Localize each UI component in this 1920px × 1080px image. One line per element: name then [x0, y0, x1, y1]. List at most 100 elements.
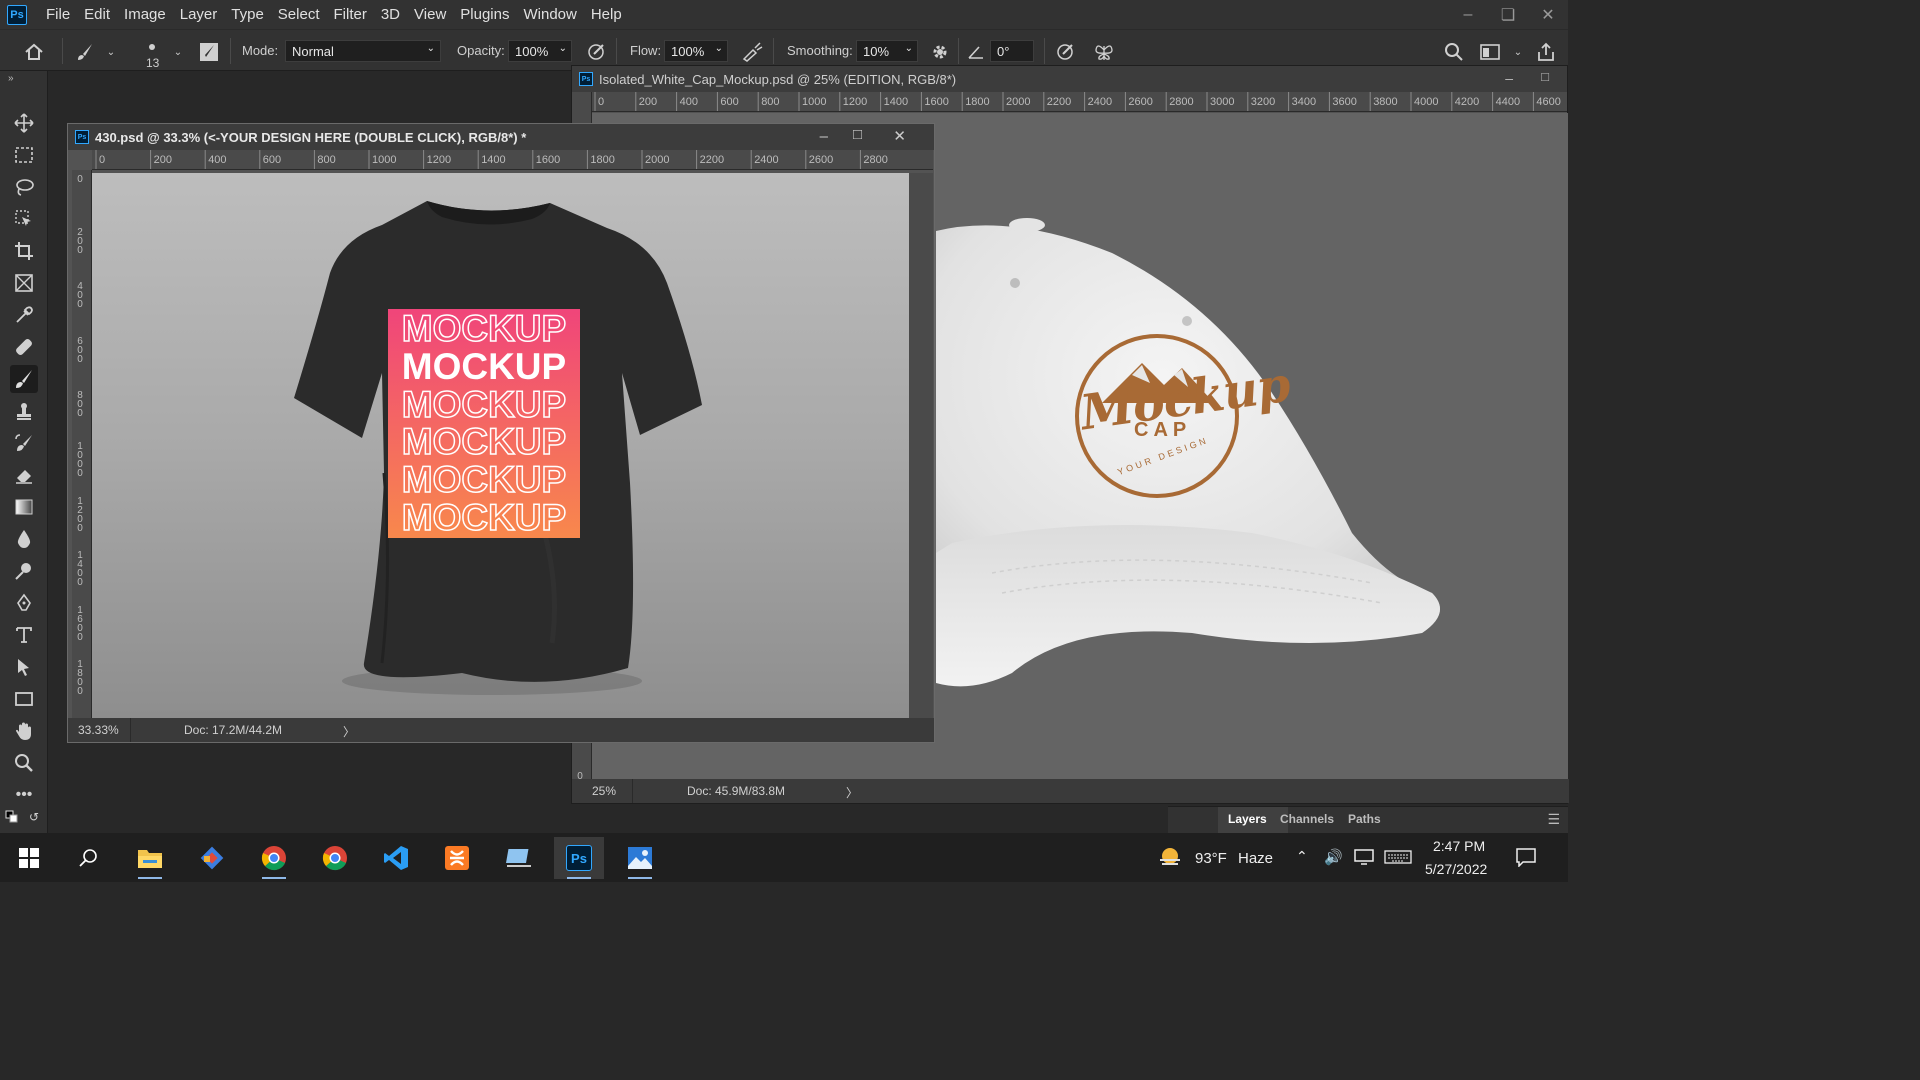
vertical-scrollbar[interactable]	[909, 173, 933, 718]
document-titlebar[interactable]: Ps 430.psd @ 33.3% (<-YOUR DESIGN HERE (…	[68, 124, 934, 150]
doc-size[interactable]: Doc: 45.9M/83.8M	[687, 784, 785, 798]
vscode-icon[interactable]	[371, 837, 421, 879]
document-titlebar[interactable]: Ps Isolated_White_Cap_Mockup.psd @ 25% (…	[572, 66, 1567, 92]
gear-icon[interactable]	[929, 41, 951, 63]
angle-input[interactable]: 0°	[990, 40, 1034, 62]
chevron-up-icon[interactable]: ⌃	[1296, 848, 1308, 865]
move-tool-icon[interactable]	[10, 109, 38, 137]
file-explorer-icon[interactable]	[125, 837, 175, 879]
crop-tool-icon[interactable]	[10, 237, 38, 265]
expand-panel-icon[interactable]: »	[8, 73, 14, 84]
menu-help[interactable]: Help	[584, 0, 629, 29]
weather-hazy-sun-icon[interactable]	[1157, 845, 1183, 874]
clock-date[interactable]: 5/27/2022	[1425, 861, 1487, 877]
git-icon[interactable]	[187, 837, 237, 879]
horizontal-ruler[interactable]: 0 200 400 600 800 1000 1200 1400 1600 1800 2000 220…	[592, 92, 1567, 112]
object-selection-tool-icon[interactable]	[10, 205, 38, 233]
tab-layers[interactable]: Layers	[1228, 812, 1267, 826]
default-colors-icon[interactable]	[4, 809, 20, 825]
eraser-tool-icon[interactable]	[10, 461, 38, 489]
menu-filter[interactable]: Filter	[327, 0, 374, 29]
smoothing-input[interactable]: 10% ⌄	[856, 40, 918, 62]
tab-channels[interactable]: Channels	[1280, 812, 1334, 826]
menu-file[interactable]: File	[39, 0, 77, 29]
maximize-icon[interactable]: □	[1541, 69, 1549, 84]
menu-view[interactable]: View	[407, 0, 453, 29]
menu-edit[interactable]: Edit	[77, 0, 117, 29]
chevron-down-icon[interactable]: ⌄	[100, 41, 122, 63]
remote-desktop-icon[interactable]	[494, 837, 544, 879]
horizontal-ruler[interactable]: 0 200 400 600 800 1000 1200 1400 1600 1800 2000 220…	[92, 150, 933, 170]
flow-input[interactable]: 100% ⌄	[664, 40, 728, 62]
menu-layer[interactable]: Layer	[173, 0, 225, 29]
marquee-tool-icon[interactable]	[10, 141, 38, 169]
brush-size-dot-icon[interactable]	[141, 36, 163, 58]
menu-3d[interactable]: 3D	[374, 0, 407, 29]
zoom-tool-icon[interactable]	[10, 749, 38, 777]
blur-tool-icon[interactable]	[10, 525, 38, 553]
eyedropper-tool-icon[interactable]	[10, 301, 38, 329]
photoshop-logo-icon[interactable]: Ps	[7, 4, 27, 25]
pressure-opacity-icon[interactable]	[585, 41, 607, 63]
tshirt-canvas[interactable]: MOCKUP MOCKUP MOCKUP MOCKUP MOCKUP MOCKU…	[92, 173, 909, 718]
minimize-icon[interactable]: –	[1448, 0, 1488, 29]
photoshop-icon[interactable]: Ps	[554, 837, 604, 879]
airbrush-icon[interactable]	[741, 41, 763, 63]
minimize-icon[interactable]: –	[820, 128, 828, 145]
share-icon[interactable]	[1535, 41, 1557, 63]
clock-time[interactable]: 2:47 PM	[1433, 838, 1485, 854]
doc-size[interactable]: Doc: 17.2M/44.2M	[184, 723, 282, 737]
workspace-switcher-icon[interactable]	[1479, 41, 1501, 63]
close-icon[interactable]: ✕	[893, 127, 906, 145]
pressure-size-icon[interactable]	[1054, 41, 1076, 63]
chrome-icon[interactable]	[249, 837, 299, 879]
minimize-icon[interactable]: –	[1505, 70, 1513, 86]
mode-select[interactable]: Normal ⌄	[285, 40, 441, 62]
swap-colors-icon[interactable]: ↺	[26, 809, 42, 825]
vertical-ruler[interactable]: 0 200 400 600 800 1000 1200 1400 1600 18…	[72, 170, 92, 718]
path-selection-tool-icon[interactable]	[10, 653, 38, 681]
history-brush-tool-icon[interactable]	[10, 429, 38, 457]
symmetry-butterfly-icon[interactable]	[1093, 41, 1115, 63]
maximize-icon[interactable]: □	[853, 126, 862, 143]
more-tools-icon[interactable]: •••	[10, 781, 38, 809]
zoom-level[interactable]: 33.33%	[78, 723, 119, 737]
zoom-level[interactable]: 25%	[592, 784, 616, 798]
type-tool-icon[interactable]	[10, 621, 38, 649]
opacity-input[interactable]: 100% ⌄	[508, 40, 572, 62]
keyboard-icon[interactable]	[1384, 850, 1412, 869]
hand-tool-icon[interactable]	[10, 717, 38, 745]
brush-tool-icon[interactable]	[10, 365, 38, 393]
clone-stamp-tool-icon[interactable]	[10, 397, 38, 425]
close-icon[interactable]: ✕	[1528, 0, 1568, 29]
brush-settings-panel-icon[interactable]	[198, 41, 220, 63]
menu-select[interactable]: Select	[271, 0, 327, 29]
menu-type[interactable]: Type	[224, 0, 271, 29]
panel-menu-icon[interactable]: ☰	[1547, 811, 1560, 828]
menu-window[interactable]: Window	[516, 0, 583, 29]
rectangle-tool-icon[interactable]	[10, 685, 38, 713]
gradient-tool-icon[interactable]	[10, 493, 38, 521]
chrome-icon[interactable]	[310, 837, 360, 879]
brush-preset-icon[interactable]	[74, 41, 96, 63]
tab-paths[interactable]: Paths	[1348, 812, 1381, 826]
healing-brush-tool-icon[interactable]	[10, 333, 38, 361]
lasso-tool-icon[interactable]	[10, 173, 38, 201]
volume-icon[interactable]: 🔊	[1324, 848, 1343, 866]
chevron-right-icon[interactable]: 〉	[846, 784, 858, 801]
menu-image[interactable]: Image	[117, 0, 173, 29]
restore-icon[interactable]: ❏	[1488, 0, 1528, 29]
xampp-icon[interactable]	[432, 837, 482, 879]
chevron-right-icon[interactable]: 〉	[343, 723, 355, 740]
menu-plugins[interactable]: Plugins	[453, 0, 516, 29]
home-icon[interactable]	[23, 41, 45, 63]
document-window-tshirt[interactable]: Ps 430.psd @ 33.3% (<-YOUR DESIGN HERE (…	[67, 123, 935, 743]
chevron-down-icon[interactable]: ⌄	[1507, 41, 1529, 63]
notification-center-icon[interactable]	[1515, 847, 1537, 872]
dodge-tool-icon[interactable]	[10, 557, 38, 585]
chevron-down-icon[interactable]: ⌄	[167, 41, 189, 63]
network-icon[interactable]	[1354, 849, 1374, 870]
pen-tool-icon[interactable]	[10, 589, 38, 617]
search-icon[interactable]	[1443, 41, 1465, 63]
photos-icon[interactable]	[615, 837, 665, 879]
